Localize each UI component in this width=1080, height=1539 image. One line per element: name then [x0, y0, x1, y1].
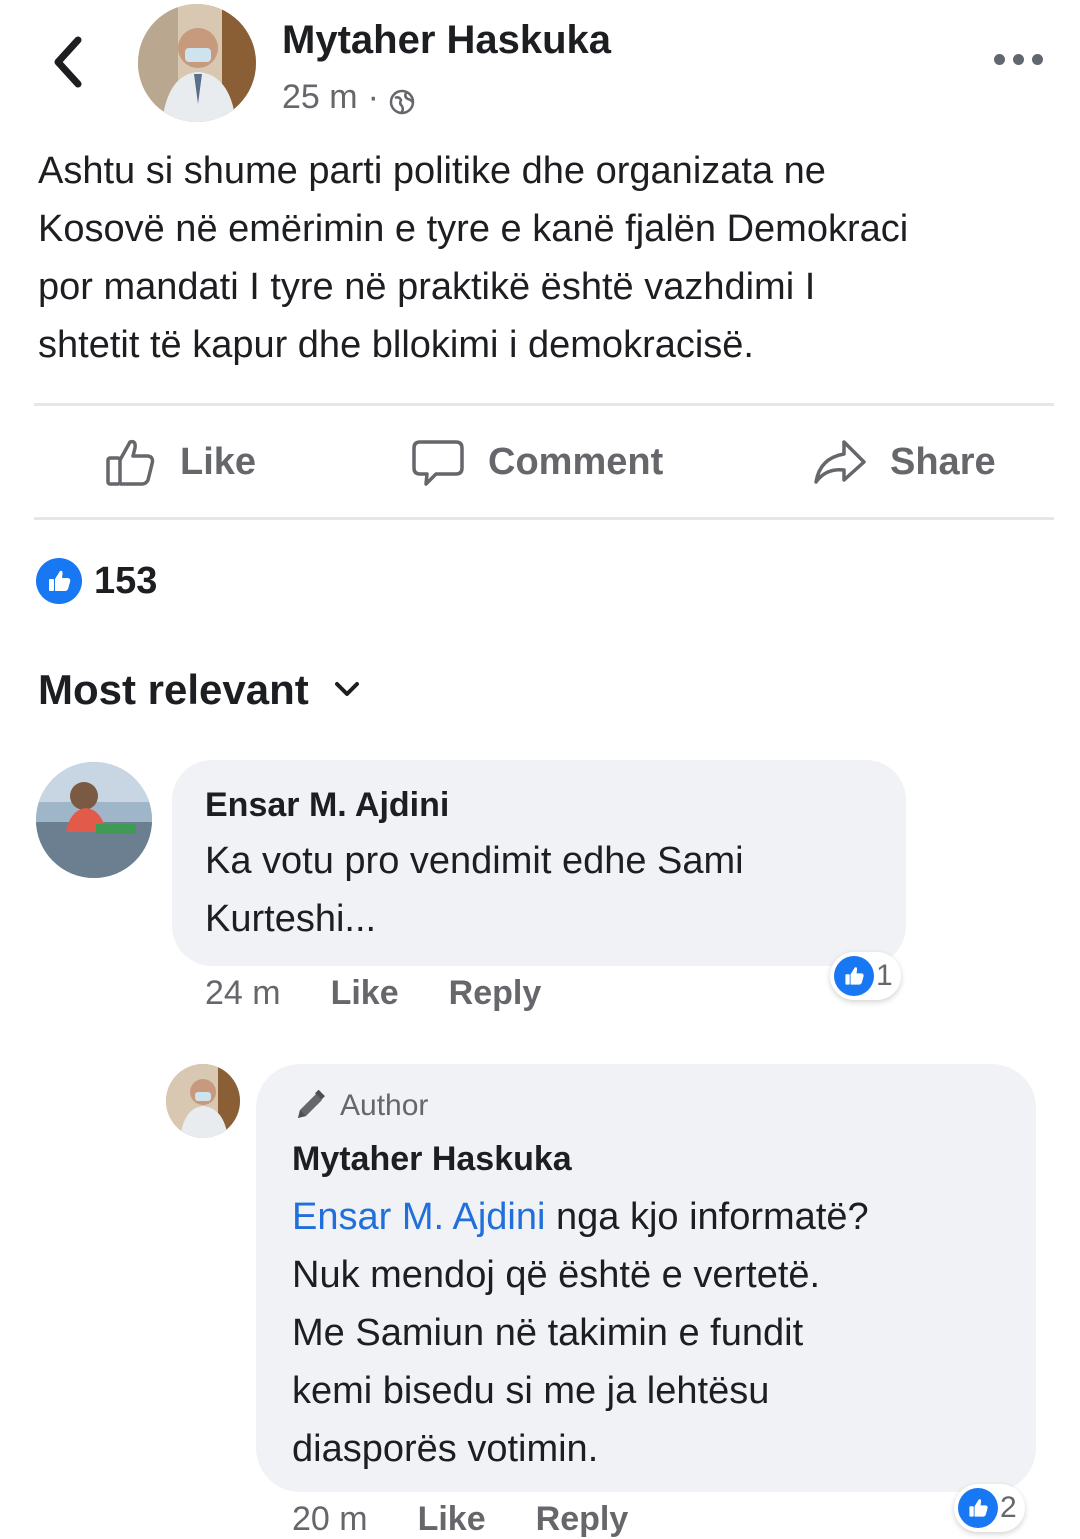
commenter-name[interactable]: Ensar M. Ajdini: [205, 786, 449, 825]
reply-reply-button[interactable]: Reply: [536, 1500, 629, 1539]
action-bar: Like Comment Share: [34, 405, 1054, 519]
meta-separator: ·: [367, 78, 379, 116]
more-dot-icon: [994, 53, 1005, 65]
author-avatar[interactable]: [138, 4, 256, 122]
reactions-summary[interactable]: 153: [36, 558, 157, 604]
comment-like-button[interactable]: Like: [331, 974, 399, 1013]
comment-sort-dropdown[interactable]: Most relevant: [38, 666, 361, 714]
like-reaction-icon: [36, 558, 82, 604]
reply-time[interactable]: 20 m: [292, 1500, 368, 1539]
post-author-name[interactable]: Mytaher Haskuka: [282, 18, 611, 63]
comment-label: Comment: [488, 440, 664, 483]
reply-meta: 20 m Like Reply: [292, 1500, 628, 1539]
reply-text-fragment: nga kjo informatë?: [545, 1196, 869, 1238]
reply-author-avatar[interactable]: [166, 1064, 240, 1138]
more-dot-icon: [1013, 53, 1024, 65]
reply-bubble: Author Mytaher Haskuka Ensar M. Ajdini n…: [256, 1064, 1036, 1492]
post-time[interactable]: 25 m: [282, 78, 358, 117]
divider: [34, 517, 1054, 520]
reply-text-line: Me Samiun në takimin e fundit: [292, 1312, 804, 1354]
pencil-icon: [298, 1089, 325, 1118]
comment-text-line: Kurteshi...: [205, 898, 377, 940]
thumbs-up-icon: [106, 439, 155, 486]
back-button[interactable]: [48, 34, 88, 90]
share-button[interactable]: Share: [812, 405, 996, 519]
reply-text-line: Nuk mendoj që është e vertetë.: [292, 1254, 821, 1296]
comment-bubble: Ensar M. Ajdini Ka votu pro vendimit edh…: [172, 760, 906, 966]
chevron-down-icon: [334, 682, 359, 696]
comment-reply-button[interactable]: Reply: [449, 974, 542, 1013]
comment-reaction-count: 1: [876, 959, 893, 992]
comment-meta: 24 m Like Reply: [205, 974, 541, 1013]
comment-text-line: Ka votu pro vendimit edhe Sami: [205, 840, 744, 882]
sort-label: Most relevant: [38, 666, 309, 713]
share-label: Share: [890, 440, 996, 483]
reply-text-line: Ensar M. Ajdini nga kjo informatë?: [292, 1188, 1022, 1246]
comment-bubble-icon: [412, 440, 464, 486]
post-text-line: por mandati I tyre në praktikë është vaz…: [38, 266, 816, 308]
reaction-count: 153: [94, 559, 158, 602]
commenter-avatar[interactable]: [36, 762, 152, 878]
post-text: Ashtu si shume parti politike dhe organi…: [38, 142, 1058, 374]
reply-text-line: diasporës votimin.: [292, 1428, 599, 1470]
author-badge: Author: [292, 1088, 428, 1124]
like-reaction-icon: [834, 956, 874, 996]
reply-reactions[interactable]: 2: [954, 1484, 1025, 1532]
author-badge-label: Author: [340, 1089, 429, 1122]
post-text-line: shtetit të kapur dhe bllokimi i demokrac…: [38, 324, 754, 366]
post-meta: 25 m ·: [282, 78, 415, 117]
more-dot-icon: [1032, 53, 1043, 65]
post-text-line: Kosovë në emërimin e tyre e kanë fjalën …: [38, 208, 909, 250]
chevron-left-icon: [54, 36, 82, 88]
like-label: Like: [180, 440, 257, 483]
comment-reactions[interactable]: 1: [830, 952, 901, 1000]
like-reaction-icon: [958, 1488, 998, 1528]
reply-author-name[interactable]: Mytaher Haskuka: [292, 1140, 572, 1179]
reply-like-button[interactable]: Like: [418, 1500, 486, 1539]
mention-link[interactable]: Ensar M. Ajdini: [292, 1196, 545, 1238]
globe-icon: [389, 85, 415, 114]
comment-button[interactable]: Comment: [410, 405, 663, 519]
reply-text: Ensar M. Ajdini nga kjo informatë? Nuk m…: [292, 1188, 1022, 1478]
like-button[interactable]: Like: [102, 405, 256, 519]
comment-time[interactable]: 24 m: [205, 974, 281, 1013]
post-text-line: Ashtu si shume parti politike dhe organi…: [38, 150, 826, 192]
reply-reaction-count: 2: [1000, 1491, 1017, 1524]
comment-text: Ka votu pro vendimit edhe Sami Kurteshi.…: [205, 832, 895, 948]
share-arrow-icon: [814, 440, 866, 484]
more-options-button[interactable]: [994, 44, 1046, 74]
reply-text-line: kemi bisedu si me ja lehtësu: [292, 1370, 770, 1412]
